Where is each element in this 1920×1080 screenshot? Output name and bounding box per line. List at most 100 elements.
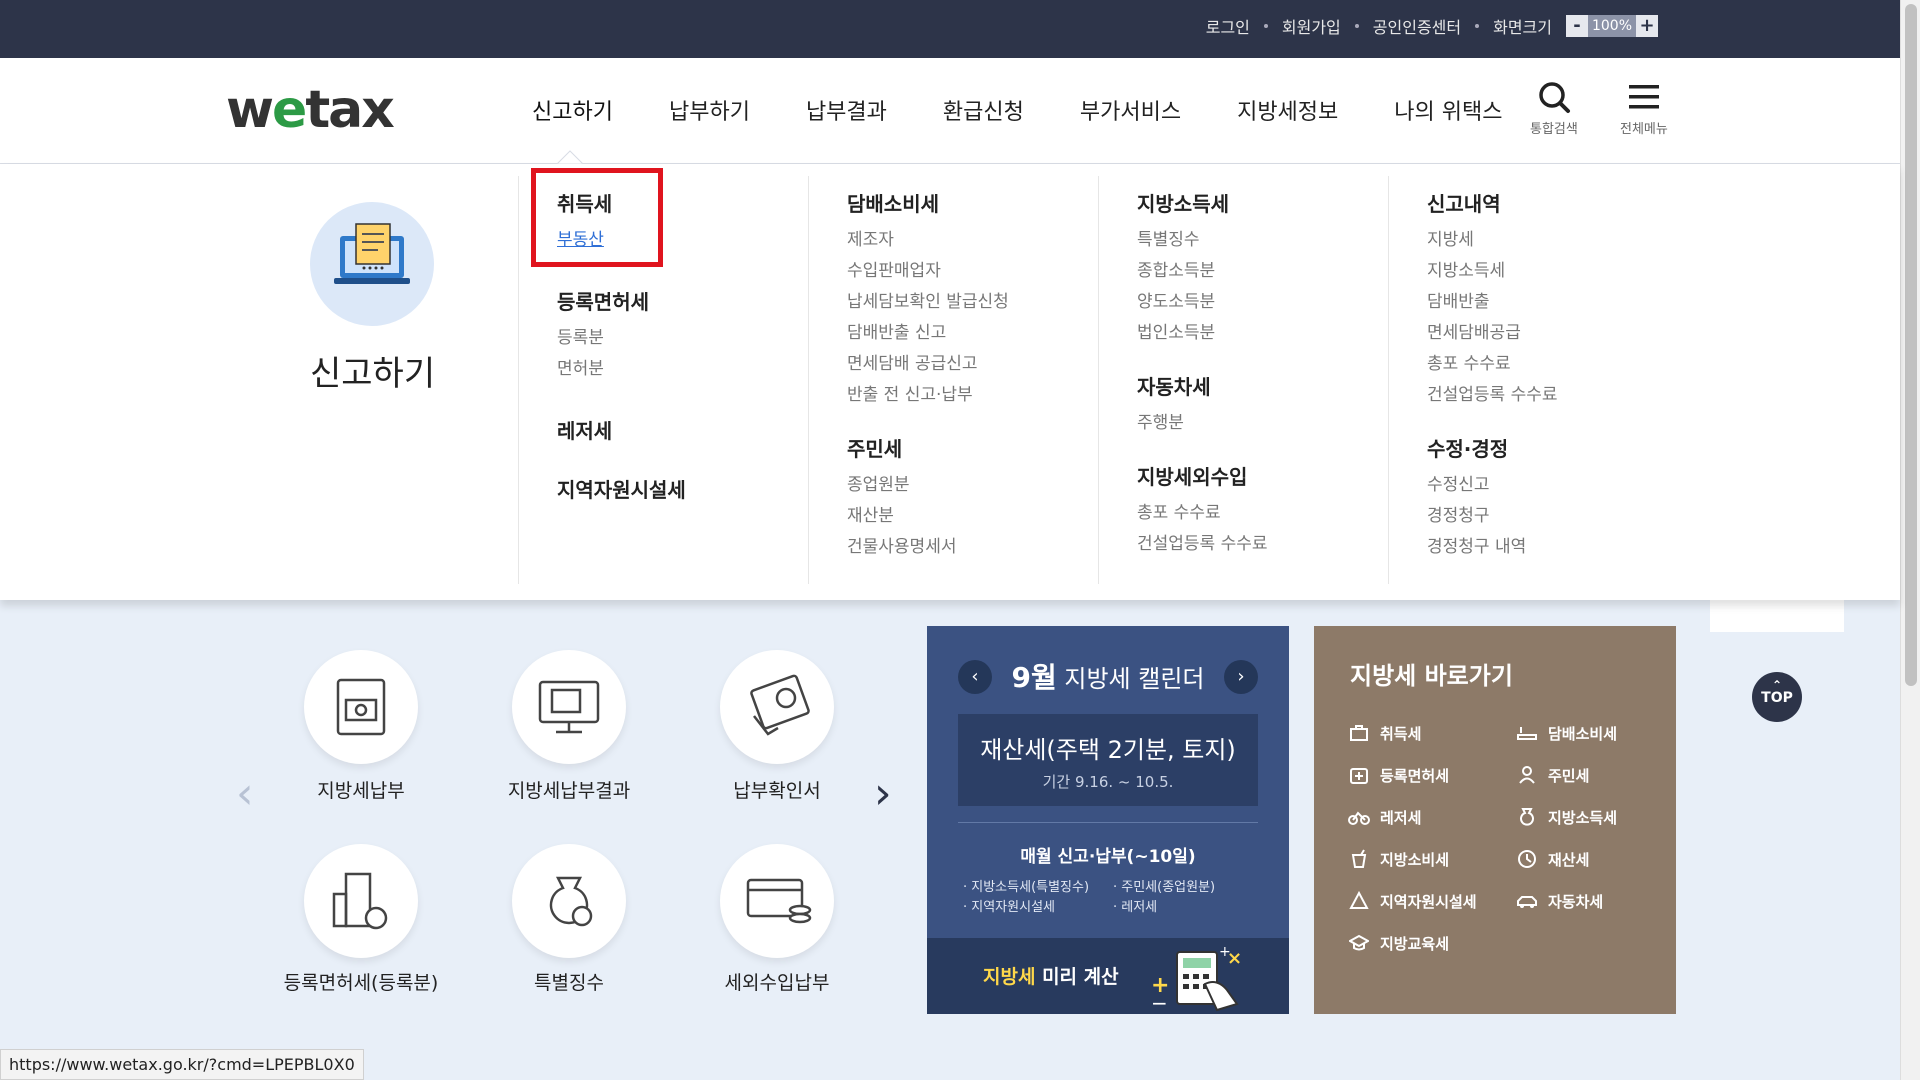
zoom-in-button[interactable]: + bbox=[1636, 15, 1658, 37]
list-item[interactable]: 경정청구 내역 bbox=[1427, 532, 1688, 563]
list-item[interactable]: 지방소득세 bbox=[1427, 256, 1688, 287]
list-item[interactable]: 면세담배 공급신고 bbox=[847, 349, 1098, 380]
list-item[interactable]: 면허분 bbox=[557, 354, 808, 385]
nav-extra-services[interactable]: 부가서비스 bbox=[1080, 94, 1181, 126]
search-icon bbox=[1539, 82, 1570, 113]
report-illustration bbox=[310, 202, 434, 326]
shortcut-local-education-tax[interactable]: 지방교육세 bbox=[1348, 932, 1516, 954]
group-title[interactable]: 지역자원시설세 bbox=[557, 474, 808, 503]
list-item[interactable]: 주행분 bbox=[1137, 408, 1388, 439]
quicklink-registration-tax[interactable] bbox=[304, 844, 418, 958]
nav-pay-result[interactable]: 납부결과 bbox=[806, 94, 887, 126]
list-item[interactable]: 특별징수 bbox=[1137, 225, 1388, 256]
hamburger-icon bbox=[1628, 85, 1659, 109]
group-title[interactable]: 레저세 bbox=[557, 415, 808, 444]
list-item[interactable]: 법인소득분 bbox=[1137, 318, 1388, 349]
cert-center-link[interactable]: 공인인증센터 bbox=[1373, 14, 1461, 38]
shortcut-vehicle-tax[interactable]: 자동차세 bbox=[1516, 890, 1648, 912]
list-item[interactable]: 총포 수수료 bbox=[1137, 498, 1388, 529]
quicklink-special-collection[interactable] bbox=[512, 844, 626, 958]
screen-size-label: 화면크기 bbox=[1493, 18, 1552, 37]
main-header: wetax 신고하기 납부하기 납부결과 환급신청 부가서비스 지방세정보 나의… bbox=[0, 58, 1900, 164]
group-non-tax-revenue: 지방세외수입 총포 수수료 건설업등록 수수료 bbox=[1137, 461, 1388, 560]
nav-refund[interactable]: 환급신청 bbox=[943, 94, 1024, 126]
list-item[interactable]: 담배반출 bbox=[1427, 287, 1688, 318]
shortcut-property-tax[interactable]: 재산세 bbox=[1516, 848, 1648, 870]
group-title[interactable]: 담배소비세 bbox=[847, 188, 1098, 217]
group-title[interactable]: 자동차세 bbox=[1137, 371, 1388, 400]
group-title[interactable]: 신고내역 bbox=[1427, 188, 1688, 217]
list-item[interactable]: 수정신고 bbox=[1427, 470, 1688, 501]
group-report-history: 신고내역 지방세 지방소득세 담배반출 면세담배공급 총포 수수료 건설업등록 … bbox=[1427, 188, 1688, 411]
tax-shortcut-card: 지방세 바로가기 취득세 담배소비세 등록면허세 주민세 레저세 지방소득세 지… bbox=[1314, 626, 1676, 1014]
list-item[interactable]: 수입판매업자 bbox=[847, 256, 1098, 287]
main-nav: 신고하기 납부하기 납부결과 환급신청 부가서비스 지방세정보 나의 위택스 bbox=[532, 94, 1558, 126]
vertical-scrollbar[interactable] bbox=[1900, 0, 1920, 1080]
signup-link[interactable]: 회원가입 bbox=[1282, 14, 1341, 38]
money-bag-icon bbox=[1516, 806, 1538, 828]
group-title[interactable]: 등록면허세 bbox=[557, 286, 808, 315]
list-item[interactable]: 재산분 bbox=[847, 501, 1098, 532]
list-item[interactable]: 총포 수수료 bbox=[1427, 349, 1688, 380]
list-item[interactable]: 종업원분 bbox=[847, 470, 1098, 501]
shortcut-leisure-tax[interactable]: 레저세 bbox=[1348, 806, 1516, 828]
active-menu-caret bbox=[557, 150, 583, 164]
list-item[interactable]: 건설업등록 수수료 bbox=[1137, 529, 1388, 560]
group-title[interactable]: 주민세 bbox=[847, 433, 1098, 462]
list-item[interactable]: 양도소득분 bbox=[1137, 287, 1388, 318]
zoom-out-button[interactable]: - bbox=[1566, 15, 1588, 37]
group-title[interactable]: 지방소득세 bbox=[1137, 188, 1388, 217]
calendar-next-button[interactable]: › bbox=[1224, 660, 1258, 694]
all-menu-button[interactable]: 전체메뉴 bbox=[1620, 80, 1668, 137]
group-registration-tax: 등록면허세 등록분 면허분 bbox=[557, 286, 808, 385]
scrollbar-thumb[interactable] bbox=[1905, 4, 1917, 686]
list-item: · 레저세 bbox=[1113, 900, 1158, 915]
scroll-top-button[interactable]: ⌃ TOP bbox=[1752, 672, 1802, 722]
group-title[interactable]: 지방세외수입 bbox=[1137, 461, 1388, 490]
shortcut-acquisition-tax[interactable]: 취득세 bbox=[1348, 722, 1516, 744]
list-item[interactable]: 건물사용명세서 bbox=[847, 532, 1098, 563]
tax-calendar-card: ‹ 9월 지방세 캘린더 › 재산세(주택 2기분, 토지) 기간 9.16. … bbox=[927, 626, 1289, 1014]
shortcut-local-consumption-tax[interactable]: 지방소비세 bbox=[1348, 848, 1516, 870]
shortcut-tobacco-tax[interactable]: 담배소비세 bbox=[1516, 722, 1648, 744]
group-local-income-tax: 지방소득세 특별징수 종합소득분 양도소득분 법인소득분 bbox=[1137, 188, 1388, 349]
shortcut-resident-tax[interactable]: 주민세 bbox=[1516, 764, 1648, 786]
list-item[interactable]: 경정청구 bbox=[1427, 501, 1688, 532]
nav-my-wetax[interactable]: 나의 위택스 bbox=[1394, 94, 1502, 126]
group-resident-tax: 주민세 종업원분 재산분 건물사용명세서 bbox=[847, 433, 1098, 563]
payment-icon bbox=[336, 678, 386, 736]
list-item[interactable]: 건설업등록 수수료 bbox=[1427, 380, 1688, 411]
shortcut-registration-tax[interactable]: 등록면허세 bbox=[1348, 764, 1516, 786]
list-item[interactable]: 면세담배공급 bbox=[1427, 318, 1688, 349]
group-title[interactable]: 수정·경정 bbox=[1427, 433, 1688, 462]
shortcut-regional-resource-tax[interactable]: 지역자원시설세 bbox=[1348, 890, 1516, 912]
list-item[interactable]: 반출 전 신고·납부 bbox=[847, 380, 1098, 411]
side-card bbox=[1710, 596, 1844, 632]
login-link[interactable]: 로그인 bbox=[1206, 14, 1250, 38]
svg-text:−: − bbox=[1151, 991, 1168, 1012]
list-item[interactable]: 종합소득분 bbox=[1137, 256, 1388, 287]
list-item[interactable]: 제조자 bbox=[847, 225, 1098, 256]
list-item[interactable]: 등록분 bbox=[557, 323, 808, 354]
list-item[interactable]: 지방세 bbox=[1427, 225, 1688, 256]
shortcut-local-income-tax[interactable]: 지방소득세 bbox=[1516, 806, 1648, 828]
quicklink-local-tax-payment[interactable] bbox=[304, 650, 418, 764]
quicklink-non-tax-payment[interactable] bbox=[720, 844, 834, 958]
nav-local-tax-info[interactable]: 지방세정보 bbox=[1237, 94, 1338, 126]
wetax-logo[interactable]: wetax bbox=[226, 80, 395, 140]
briefcase-icon bbox=[1348, 722, 1370, 744]
quicklinks-prev-arrow[interactable]: ‹ bbox=[236, 768, 254, 819]
list-item[interactable]: 담배반출 신고 bbox=[847, 318, 1098, 349]
group-tobacco-tax: 담배소비세 제조자 수입판매업자 납세담보확인 발급신청 담배반출 신고 면세담… bbox=[847, 188, 1098, 411]
quicklink-payment-result[interactable] bbox=[512, 650, 626, 764]
search-button[interactable]: 통합검색 bbox=[1530, 80, 1578, 137]
nav-report[interactable]: 신고하기 bbox=[532, 94, 613, 126]
nav-pay[interactable]: 납부하기 bbox=[669, 94, 750, 126]
group-regional-resource-tax: 지역자원시설세 bbox=[557, 474, 808, 503]
quicklink-payment-certificate[interactable] bbox=[720, 650, 834, 764]
list-item[interactable]: 납세담보확인 발급신청 bbox=[847, 287, 1098, 318]
quicklink-label: 세외수입납부 bbox=[724, 972, 830, 994]
tax-precalc-banner[interactable]: 지방세 미리 계산 + − × + bbox=[927, 938, 1289, 1014]
calendar-event-box[interactable]: 재산세(주택 2기분, 토지) 기간 9.16. ~ 10.5. bbox=[958, 714, 1258, 806]
person-icon bbox=[1516, 764, 1538, 786]
